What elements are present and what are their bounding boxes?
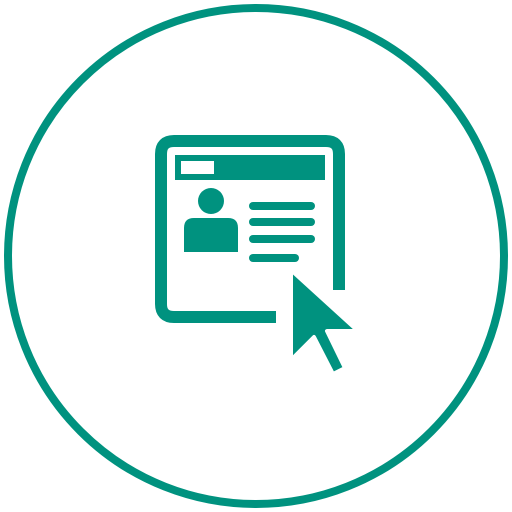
address-box — [181, 161, 214, 174]
avatar-body — [184, 218, 238, 252]
text-lines — [249, 202, 315, 262]
icon-canvas — [0, 0, 512, 512]
mouse-pointer-icon — [289, 268, 360, 376]
avatar-head — [198, 188, 224, 214]
profile-page-click-icon — [4, 4, 508, 508]
user-avatar-icon — [184, 188, 238, 252]
